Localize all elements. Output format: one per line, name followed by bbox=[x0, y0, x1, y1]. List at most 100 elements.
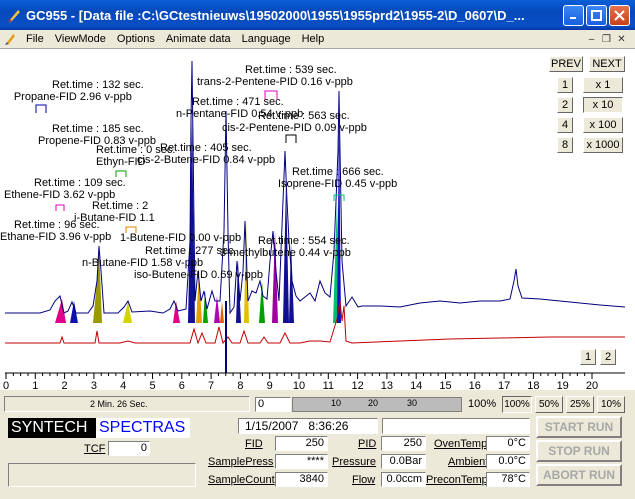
zoom-2-num-button[interactable]: 2 bbox=[557, 97, 573, 113]
page-2-button[interactable]: 2 bbox=[600, 349, 616, 365]
samplecount-value: 3840 bbox=[275, 472, 328, 487]
x-tick-label: 15 bbox=[439, 380, 451, 391]
x-tick-label: 17 bbox=[498, 380, 510, 391]
annotation-propane: Ret.time : 132 sec. Propane-FID 2.96 v-pp… bbox=[13, 79, 144, 103]
oventemp-label: OvenTemp bbox=[434, 438, 488, 450]
x-tick-label: 1 bbox=[32, 380, 38, 391]
samplecount-label: SampleCount bbox=[208, 474, 275, 486]
zoom-10-button[interactable]: 10% bbox=[597, 396, 625, 413]
annotation-cis2butene: Ret.time : 405 sec. cis-2-Butene-FID 0.84… bbox=[137, 142, 276, 166]
start-run-button[interactable]: START RUN bbox=[536, 416, 622, 438]
x-tick-label: 18 bbox=[527, 380, 539, 391]
zoom-100-button[interactable]: 100% bbox=[502, 396, 532, 413]
tcf-label: TCF bbox=[84, 443, 106, 455]
menu-language[interactable]: Language bbox=[242, 33, 291, 45]
prev-button[interactable]: PREV bbox=[549, 56, 583, 72]
pressure-label: Pressure bbox=[332, 456, 377, 468]
zoom-50-button[interactable]: 50% bbox=[535, 396, 563, 413]
window-title: GC955 - [Data file :C:\GCtestnieuws\1950… bbox=[26, 7, 525, 23]
chromatogram-area: 0 1 2 3 4 5 6 7 8 9 10 11 12 13 14 15 16 17 18 19 20 Ret.tim… bbox=[0, 48, 635, 391]
page-1-button[interactable]: 1 bbox=[580, 349, 596, 365]
menu-help[interactable]: Help bbox=[302, 33, 325, 45]
x-tick-label: 10 bbox=[293, 380, 305, 391]
zoom-4-num-button[interactable]: 4 bbox=[557, 117, 573, 133]
tcf-value: 0 bbox=[108, 441, 150, 456]
pid-label: PID bbox=[358, 438, 377, 450]
flow-label: Flow bbox=[352, 474, 376, 486]
info-field bbox=[382, 418, 530, 434]
annotation-cis2pentene: Ret.time : 563 sec. cis-2-Pentene-PID 0.0… bbox=[222, 110, 367, 134]
x-tick-label: 7 bbox=[208, 380, 214, 391]
elapsed-time: 2 Min. 26 Sec. bbox=[4, 396, 250, 412]
x-tick-label: 16 bbox=[469, 380, 481, 391]
fid-label: FID bbox=[245, 438, 263, 450]
progress-bar: 10 20 30 bbox=[292, 397, 462, 412]
maximize-icon bbox=[591, 9, 602, 21]
next-button[interactable]: NEXT bbox=[589, 56, 625, 72]
menu-bar: File ViewMode Options Animate data Langu… bbox=[0, 30, 635, 48]
samplepress-value: **** bbox=[275, 454, 328, 469]
zoom-pct-label: 100% bbox=[468, 398, 497, 410]
status-panel: 2 Min. 26 Sec. 0 10 20 30 100% 100% 50% … bbox=[0, 392, 635, 499]
maximize-button[interactable] bbox=[586, 4, 607, 26]
x-tick-label: 14 bbox=[410, 380, 422, 391]
x-tick-label: 2 bbox=[62, 380, 68, 391]
abort-run-button[interactable]: ABORT RUN bbox=[536, 464, 622, 486]
zoom-1-num-button[interactable]: 1 bbox=[557, 77, 573, 93]
oventemp-value: 0°C bbox=[486, 436, 530, 451]
app-icon bbox=[8, 10, 20, 22]
x-tick-label: 3 bbox=[91, 380, 97, 391]
ambient-value: 0.0°C bbox=[486, 454, 530, 469]
x-tick-label: 4 bbox=[120, 380, 126, 391]
zoom-x1000-button[interactable]: x 1000 bbox=[583, 137, 623, 153]
x-tick-label: 6 bbox=[179, 380, 185, 391]
menu-file[interactable]: File bbox=[26, 33, 44, 45]
brand-spectras: SPECTRAS bbox=[96, 418, 190, 438]
zoom-x10-button[interactable]: x 10 bbox=[583, 97, 623, 113]
x-tick-label: 8 bbox=[237, 380, 243, 391]
precontemp-value: 78°C bbox=[486, 472, 530, 487]
x-axis-ticks: 0 1 2 3 4 5 6 7 8 9 10 11 12 13 14 15 16 17 18 19 20 bbox=[3, 373, 598, 391]
ambient-label: Ambient bbox=[448, 456, 489, 468]
close-button[interactable] bbox=[609, 4, 630, 26]
annotation-3methylbutene: Ret.time : 554 sec. 3-methylbutene 0.44 v… bbox=[220, 235, 351, 259]
date-time-field: 1/15/2007 8:36:26 bbox=[238, 418, 378, 434]
title-bar: GC955 - [Data file :C:\GCtestnieuws\1950… bbox=[0, 0, 635, 30]
minimize-button[interactable] bbox=[563, 4, 584, 26]
progress-value-field: 0 bbox=[255, 397, 291, 412]
annotation-isobutene: iso-Butene-FID 0.69 v-ppb bbox=[134, 269, 264, 281]
minimize-icon bbox=[570, 16, 576, 19]
menu-options[interactable]: Options bbox=[117, 33, 155, 45]
annotation-ibutane: Ret.time : 2 i-Butane-FID 1.1 bbox=[74, 200, 155, 224]
x-tick-label: 5 bbox=[149, 380, 155, 391]
annotation-ethene: Ret.time : 109 sec. Ethene-FID 3.62 v-ppb bbox=[4, 177, 126, 201]
brand-syntech: SYNTECH bbox=[8, 418, 96, 438]
x-tick-label: 19 bbox=[557, 380, 569, 391]
x-tick-label: 11 bbox=[323, 380, 334, 391]
zoom-x100-button[interactable]: x 100 bbox=[583, 117, 623, 133]
x-tick-label: 20 bbox=[586, 380, 598, 391]
mdi-minimize-button[interactable]: – bbox=[584, 32, 599, 46]
flow-value: 0.0ccm bbox=[381, 472, 426, 487]
x-tick-label: 9 bbox=[267, 380, 273, 391]
x-tick-label: 0 bbox=[3, 380, 9, 391]
precontemp-label: PreconTemp bbox=[426, 474, 488, 486]
annotation-isoprene: Ret.time : 666 sec. Isoprene-FID 0.45 v-p… bbox=[278, 166, 398, 190]
pid-value: 250 bbox=[381, 436, 426, 451]
annotation-1butene: 1-Butene-FID 0.00 v-ppb bbox=[120, 232, 242, 244]
fid-value: 250 bbox=[275, 436, 328, 451]
zoom-x1-button[interactable]: x 1 bbox=[583, 77, 623, 93]
message-box bbox=[8, 463, 196, 487]
zoom-8-num-button[interactable]: 8 bbox=[557, 137, 573, 153]
menu-animate-data[interactable]: Animate data bbox=[166, 33, 231, 45]
menu-viewmode[interactable]: ViewMode bbox=[55, 33, 106, 45]
document-icon[interactable] bbox=[0, 31, 20, 47]
zoom-25-button[interactable]: 25% bbox=[566, 396, 594, 413]
x-tick-label: 13 bbox=[381, 380, 393, 391]
samplepress-label: SamplePress bbox=[208, 456, 274, 468]
stop-run-button[interactable]: STOP RUN bbox=[536, 440, 622, 462]
x-tick-label: 12 bbox=[351, 380, 363, 391]
mdi-restore-button[interactable]: ❐ bbox=[599, 32, 614, 46]
mdi-close-button[interactable]: ✕ bbox=[614, 32, 629, 46]
close-icon bbox=[614, 9, 625, 21]
